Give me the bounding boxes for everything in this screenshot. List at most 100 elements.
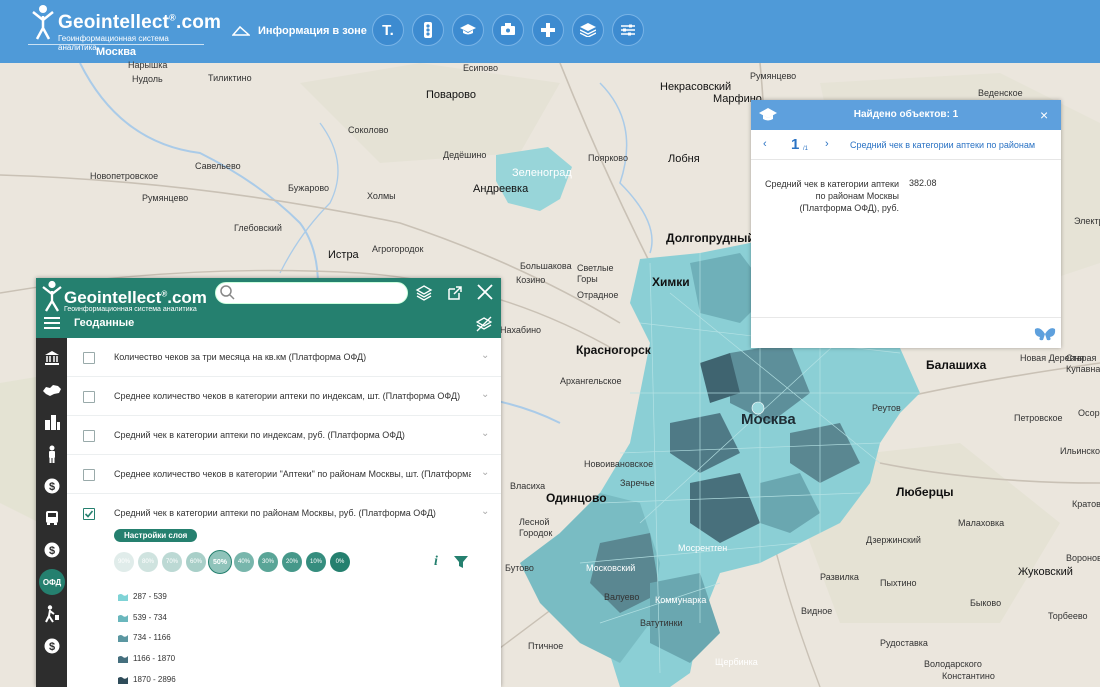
property-value: 382.08: [909, 178, 937, 188]
opacity-option[interactable]: 20%: [282, 552, 302, 572]
chevron-down-icon[interactable]: ⌄: [481, 350, 489, 361]
sidebar-item-transport[interactable]: [40, 506, 63, 529]
legend-swatch-icon: [118, 656, 128, 663]
sidebar-item-population[interactable]: [40, 442, 63, 465]
layer-settings-button[interactable]: Настройки слоя: [114, 529, 198, 542]
finance-button[interactable]: [492, 14, 524, 46]
sidebar-item-spending[interactable]: $: [40, 634, 63, 657]
panel-sidebar: $ $ ОФД $: [36, 338, 67, 687]
map-label: Вороново: [1066, 553, 1100, 563]
medical-button[interactable]: [532, 14, 564, 46]
opacity-option[interactable]: 80%: [138, 552, 158, 572]
close-icon[interactable]: [476, 283, 494, 301]
close-icon[interactable]: ×: [1040, 107, 1048, 123]
svg-text:$: $: [48, 481, 54, 493]
chevron-down-icon[interactable]: ⌄: [481, 506, 489, 517]
opacity-option[interactable]: 10%: [306, 552, 326, 572]
sidebar-item-buildings[interactable]: [40, 410, 63, 433]
opacity-option[interactable]: 90%: [114, 552, 134, 572]
sidebar-item-bank[interactable]: [40, 346, 63, 369]
money-icon: [501, 23, 515, 35]
map-label: Архангельское: [560, 376, 622, 386]
layer-row[interactable]: Среднее количество чеков в категории апт…: [67, 377, 501, 416]
opacity-option[interactable]: 30%: [258, 552, 278, 572]
education-button[interactable]: [452, 14, 484, 46]
map-label: Заречье: [620, 478, 655, 488]
opacity-option[interactable]: 0%: [330, 552, 350, 572]
map-label: Бужарово: [288, 183, 330, 193]
menu-icon[interactable]: [44, 316, 60, 330]
layer-checkbox[interactable]: [83, 391, 95, 403]
traffic-button[interactable]: [412, 14, 444, 46]
layer-checkbox[interactable]: [83, 430, 95, 442]
panel-header: Geointellect®.com Геоинформационная сист…: [36, 278, 501, 338]
property-name: Средний чек в категории аптеки по района…: [765, 179, 899, 213]
layer-label: Среднее количество чеков в категории апт…: [114, 391, 461, 401]
butterfly-icon[interactable]: [1034, 326, 1056, 342]
opacity-option[interactable]: 60%: [186, 552, 206, 572]
svg-text:$: $: [48, 545, 54, 557]
sidebar-item-finance[interactable]: $: [40, 538, 63, 561]
person-icon: [48, 445, 55, 463]
opacity-option[interactable]: 70%: [162, 552, 182, 572]
chevron-down-icon[interactable]: ⌄: [481, 467, 489, 478]
legend-swatch-icon: [118, 594, 128, 601]
filter-icon[interactable]: [454, 555, 468, 569]
sidebar-item-regions[interactable]: [40, 378, 63, 401]
layer-row-active[interactable]: Средний чек в категории аптеки по района…: [67, 494, 501, 533]
chevron-down-icon[interactable]: ⌄: [481, 389, 489, 400]
text-tool-button[interactable]: T.: [372, 14, 404, 46]
map-label: Бутово: [505, 563, 534, 573]
layer-checkbox-checked[interactable]: [83, 508, 95, 520]
external-link-icon[interactable]: [446, 284, 464, 302]
logo-divider: [28, 44, 204, 45]
prev-arrow-icon[interactable]: ‹: [763, 138, 767, 150]
chevron-down-icon[interactable]: ⌄: [481, 428, 489, 439]
map-label: Светлые Горы: [577, 263, 614, 284]
info-icon[interactable]: i: [434, 554, 438, 570]
bank-icon: [44, 350, 59, 365]
popup-layer-name[interactable]: Средний чек в категории аптеки по района…: [850, 140, 1035, 150]
sidebar-item-pedestrians[interactable]: [40, 602, 63, 625]
search-input[interactable]: [215, 282, 408, 304]
sidebar-item-income[interactable]: $: [40, 474, 63, 497]
city-label[interactable]: Москва: [28, 46, 204, 58]
layers-icon[interactable]: [415, 284, 433, 302]
layer-row[interactable]: Количество чеков за три месяца на кв.км …: [67, 338, 501, 377]
map-label: Козино: [516, 275, 546, 285]
zone-info-dropdown[interactable]: Информация в зоне ▼: [232, 24, 393, 38]
map-label: Веденское: [978, 88, 1023, 98]
map-label: Осоргино: [1078, 408, 1100, 418]
layers-button[interactable]: [572, 14, 604, 46]
map-label: Коммунарка: [655, 595, 707, 605]
layer-checkbox[interactable]: [83, 469, 95, 481]
layer-label: Средний чек в категории аптеки по индекс…: [114, 430, 405, 440]
opacity-option-selected[interactable]: 50%: [208, 550, 232, 574]
layer-label: Средний чек в категории аптеки по района…: [114, 508, 436, 518]
map-label: Балашиха: [926, 358, 987, 372]
map-label: Володарского: [924, 659, 982, 669]
map-label: Видное: [801, 606, 833, 616]
map-label: Некрасовский: [660, 81, 732, 93]
sidebar-item-ofd[interactable]: ОФД: [39, 569, 65, 595]
map-label: Старая Купавна: [1066, 353, 1100, 374]
settings-button[interactable]: [612, 14, 644, 46]
opacity-option[interactable]: 40%: [234, 552, 254, 572]
map-label: Нудоль: [132, 74, 163, 84]
check-icon: [84, 510, 94, 518]
ruler-icon: [232, 25, 250, 36]
top-bar: Geointellect®.com Геоинформационная сист…: [0, 0, 1100, 63]
map-label: Румянцево: [142, 193, 189, 203]
bus-icon: [45, 510, 58, 525]
layer-row[interactable]: Средний чек в категории аптеки по индекс…: [67, 416, 501, 455]
next-arrow-icon[interactable]: ›: [825, 138, 829, 150]
map-label: Красногорск: [576, 343, 651, 357]
layer-checkbox[interactable]: [83, 352, 95, 364]
map-label: Жуковский: [1018, 566, 1073, 578]
layers-off-icon[interactable]: [476, 316, 492, 332]
layer-row[interactable]: Среднее количество чеков в категории "Ап…: [67, 455, 501, 494]
legend-range: 1166 - 1870: [133, 654, 176, 663]
app-logo[interactable]: Geointellect®.com Геоинформационная сист…: [28, 4, 221, 60]
logo-man-icon: [42, 280, 62, 312]
map-label: Холмы: [367, 191, 396, 201]
